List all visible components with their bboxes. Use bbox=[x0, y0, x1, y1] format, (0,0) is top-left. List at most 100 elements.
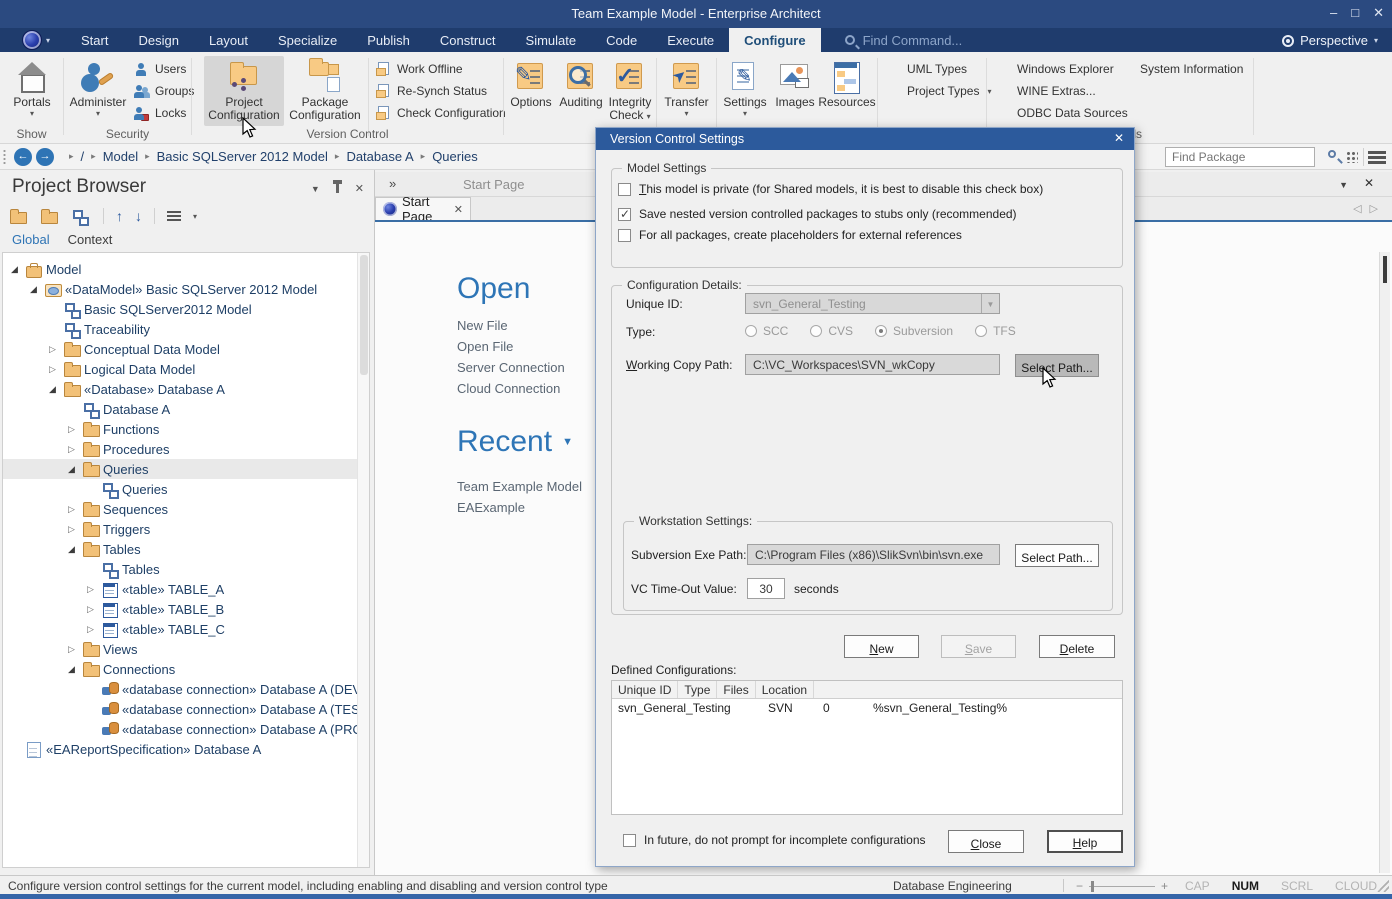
tree-item[interactable]: Logical Data Model bbox=[3, 359, 369, 379]
tree-item[interactable]: Traceability bbox=[3, 319, 369, 339]
start-page-link[interactable]: Cloud Connection bbox=[457, 381, 565, 402]
tree-item[interactable]: Queries bbox=[3, 479, 369, 499]
tab-start-page[interactable]: Start Page ✕ bbox=[375, 197, 471, 220]
ribbon-small-button[interactable]: UML Types ▾ bbox=[886, 58, 992, 80]
breadcrumb-item[interactable]: Database A bbox=[346, 149, 413, 164]
tree-expand-icon[interactable] bbox=[68, 644, 83, 655]
type-radio-option[interactable]: CVS bbox=[810, 324, 853, 338]
panel-chevrons-icon[interactable]: » bbox=[389, 176, 394, 191]
menu-tab[interactable]: Start bbox=[66, 28, 123, 52]
radio-icon[interactable] bbox=[810, 325, 822, 337]
start-page-link[interactable]: Server Connection bbox=[457, 360, 565, 381]
zoom-slider-thumb[interactable] bbox=[1091, 881, 1094, 892]
transfer-button[interactable]: Transfer ▾ bbox=[659, 56, 714, 118]
select-exe-path-button[interactable]: Select Path... bbox=[1015, 544, 1099, 567]
ribbon-small-button[interactable]: Groups ▾ bbox=[134, 80, 194, 102]
tree-item[interactable]: Model bbox=[3, 259, 369, 279]
subversion-exe-path-input[interactable]: C:\Program Files (x86)\SlikSvn\bin\svn.e… bbox=[747, 544, 1000, 565]
checkbox-model-private[interactable]: This model is private (for Shared models… bbox=[618, 182, 1043, 196]
ribbon-small-button[interactable]: WINE Extras... ▾ bbox=[996, 80, 1128, 102]
tab-close-icon[interactable]: ✕ bbox=[454, 203, 463, 216]
portals-button[interactable]: Portals ▾ bbox=[4, 56, 60, 118]
close-button[interactable]: ✕ bbox=[1373, 5, 1384, 21]
app-logo-icon[interactable] bbox=[22, 30, 42, 50]
new-package-icon[interactable] bbox=[10, 209, 29, 224]
breadcrumb-item[interactable]: Model bbox=[103, 149, 138, 164]
resize-grip[interactable] bbox=[1377, 880, 1389, 892]
breadcrumb-item[interactable]: Basic SQLServer 2012 Model bbox=[157, 149, 328, 164]
navigate-forward-button[interactable]: → bbox=[36, 148, 54, 166]
tree-item[interactable]: Queries bbox=[3, 459, 369, 479]
document-menu-caret-icon[interactable]: ▼ bbox=[1339, 180, 1348, 190]
ribbon-small-button[interactable]: Locks ▾ bbox=[134, 102, 194, 124]
status-toggle[interactable]: CLOUD bbox=[1335, 879, 1377, 893]
type-radio-option[interactable]: TFS bbox=[975, 324, 1016, 338]
ribbon-small-button[interactable]: Project Types ▾ bbox=[886, 80, 992, 102]
save-button[interactable]: Save bbox=[941, 635, 1016, 658]
toolbar-grip[interactable] bbox=[3, 149, 6, 165]
maximize-button[interactable]: □ bbox=[1351, 5, 1359, 21]
checkbox-save-stubs[interactable]: Save nested version controlled packages … bbox=[618, 207, 1017, 221]
menu-tab[interactable]: Layout bbox=[194, 28, 263, 52]
layout-grid-icon[interactable] bbox=[1346, 151, 1358, 163]
menu-tab[interactable]: Publish bbox=[352, 28, 425, 52]
auditing-button[interactable]: Auditing bbox=[556, 56, 606, 109]
tree-expand-icon[interactable] bbox=[49, 344, 64, 355]
zoom-out-icon[interactable]: − bbox=[1076, 879, 1083, 893]
radio-icon[interactable] bbox=[745, 325, 757, 337]
breadcrumb-item[interactable]: Queries bbox=[432, 149, 478, 164]
document-scrollbar[interactable] bbox=[1379, 252, 1390, 873]
package-configuration-button[interactable]: Package Configuration bbox=[285, 56, 365, 122]
settings-button[interactable]: Settings ▾ bbox=[719, 56, 771, 118]
tree-item[interactable]: «DataModel» Basic SQLServer 2012 Model bbox=[3, 279, 369, 299]
tree-expand-icon[interactable] bbox=[68, 524, 83, 535]
document-close-icon[interactable]: ✕ bbox=[1364, 176, 1374, 190]
recent-model-link[interactable]: EAExample bbox=[457, 500, 582, 521]
checkbox-create-placeholders[interactable]: For all packages, create placeholders fo… bbox=[618, 228, 962, 242]
project-configuration-button[interactable]: Project Configuration bbox=[204, 56, 284, 126]
ribbon-small-button[interactable]: Re-Synch Status ▾ bbox=[376, 80, 506, 102]
browser-tab[interactable]: Context bbox=[68, 232, 113, 247]
tree-item[interactable]: «table» TABLE_C bbox=[3, 619, 369, 639]
tree-item[interactable]: «database connection» Database A (TEST) bbox=[3, 699, 369, 719]
browser-options-caret-icon[interactable]: ▾ bbox=[193, 212, 197, 221]
checkbox-icon[interactable] bbox=[618, 229, 631, 242]
status-toggle[interactable]: NUM bbox=[1232, 879, 1259, 893]
recent-caret-icon[interactable]: ▼ bbox=[562, 436, 573, 448]
search-icon[interactable] bbox=[1328, 150, 1336, 158]
new-diagram-icon[interactable] bbox=[72, 209, 91, 224]
ribbon-small-button[interactable]: Check Configuration ▾ bbox=[376, 102, 506, 124]
tree-item[interactable]: Views bbox=[3, 639, 369, 659]
tree-expand-icon[interactable] bbox=[68, 504, 83, 515]
panel-close-icon[interactable]: ✕ bbox=[355, 182, 364, 195]
tree-item[interactable]: Sequences bbox=[3, 499, 369, 519]
tree-item[interactable]: Connections bbox=[3, 659, 369, 679]
ribbon-small-button[interactable]: System Information ▾ bbox=[1119, 58, 1243, 80]
ribbon-small-button[interactable]: ODBC Data Sources ▾ bbox=[996, 102, 1128, 124]
tree-scrollbar-thumb[interactable] bbox=[360, 255, 368, 375]
tree-item[interactable]: «EAReportSpecification» Database A bbox=[3, 739, 369, 759]
menu-tab[interactable]: Specialize bbox=[263, 28, 352, 52]
options-button[interactable]: Options bbox=[507, 56, 555, 109]
ribbon-small-button[interactable]: Work Offline ▾ bbox=[376, 58, 506, 80]
unique-id-combobox[interactable]: svn_General_Testing ▼ bbox=[745, 293, 1000, 314]
start-page-link[interactable]: Open File bbox=[457, 339, 565, 360]
menu-tab[interactable]: Configure bbox=[729, 28, 820, 52]
folder-icon[interactable] bbox=[41, 209, 60, 224]
table-column-header[interactable]: Files bbox=[717, 681, 755, 698]
tree-expand-icon[interactable] bbox=[68, 544, 83, 555]
pin-icon[interactable] bbox=[336, 184, 339, 193]
start-page-link[interactable]: New File bbox=[457, 318, 565, 339]
vc-timeout-input[interactable]: 30 bbox=[747, 578, 785, 599]
tree-item[interactable]: Procedures bbox=[3, 439, 369, 459]
table-column-header[interactable]: Location bbox=[756, 681, 814, 698]
images-button[interactable]: Images bbox=[772, 56, 818, 109]
menu-tab[interactable]: Construct bbox=[425, 28, 511, 52]
dialog-close-icon[interactable]: ✕ bbox=[1114, 131, 1124, 145]
ribbon-small-button[interactable]: Users ▾ bbox=[134, 58, 194, 80]
hamburger-menu-icon[interactable] bbox=[1368, 151, 1386, 154]
working-copy-path-input[interactable]: C:\VC_Workspaces\SVN_wkCopy bbox=[745, 354, 1000, 375]
panel-menu-caret-icon[interactable]: ▼ bbox=[311, 184, 320, 194]
status-toggle[interactable]: CAP bbox=[1185, 879, 1210, 893]
tree-scrollbar[interactable] bbox=[357, 253, 369, 867]
